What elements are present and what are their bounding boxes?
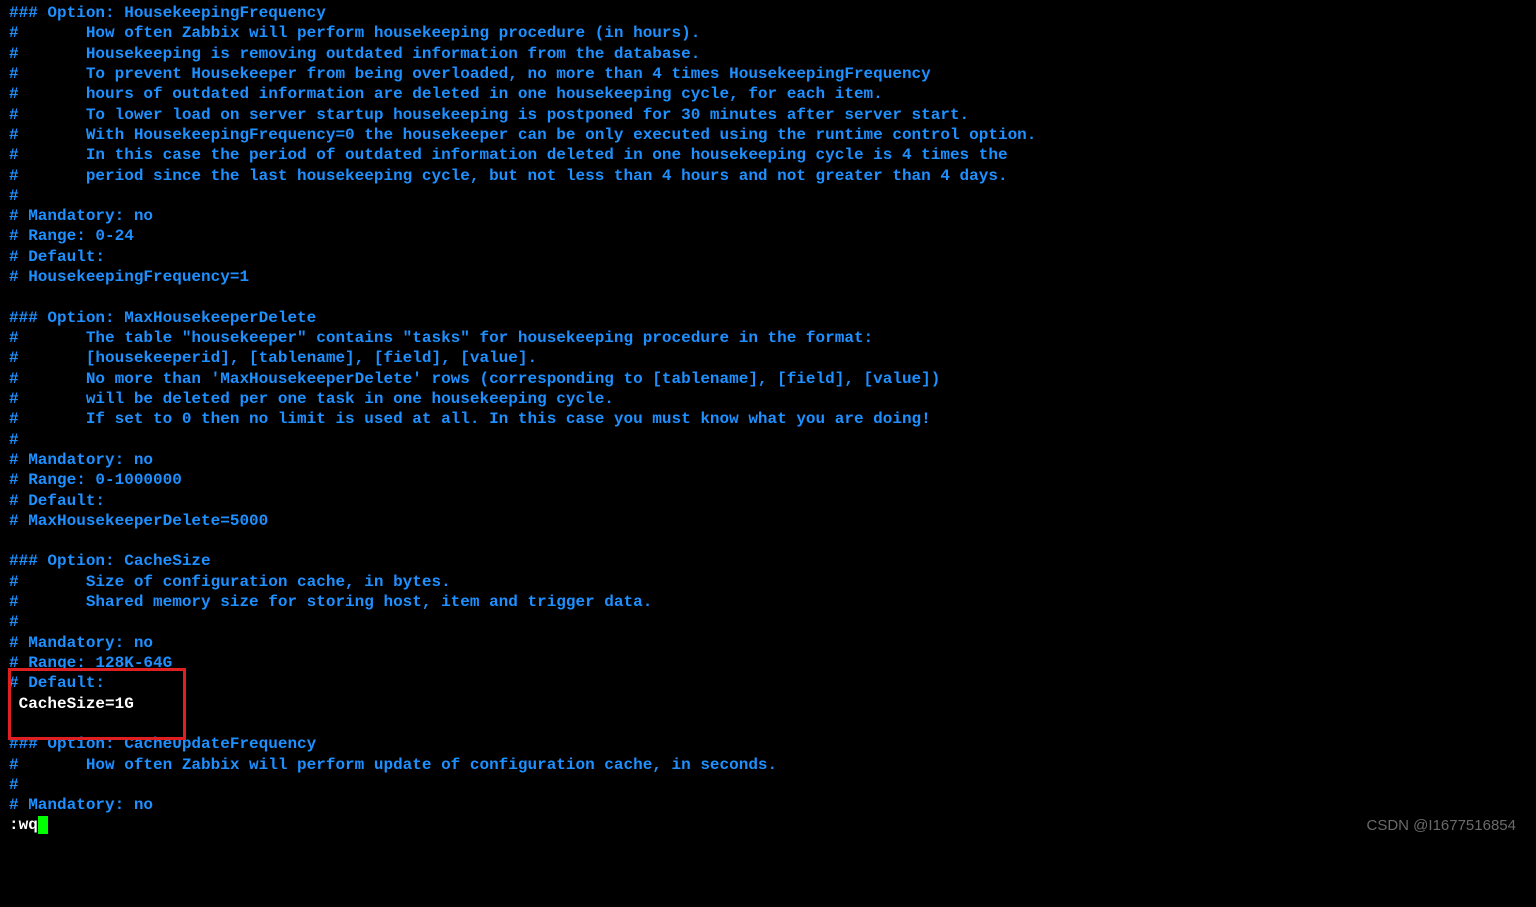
config-line	[9, 531, 1527, 551]
config-line: # MaxHousekeeperDelete=5000	[9, 511, 1527, 531]
config-line: # Default:	[9, 673, 1527, 693]
config-line: # Mandatory: no	[9, 633, 1527, 653]
config-line	[9, 287, 1527, 307]
config-line: ### Option: MaxHousekeeperDelete	[9, 308, 1527, 328]
config-line: # Default:	[9, 247, 1527, 267]
config-line: # will be deleted per one task in one ho…	[9, 389, 1527, 409]
config-line: # Mandatory: no	[9, 450, 1527, 470]
config-line: # Mandatory: no	[9, 795, 1527, 815]
terminal-cursor	[38, 816, 48, 834]
config-line: # Range: 0-1000000	[9, 470, 1527, 490]
config-line: #	[9, 775, 1527, 795]
vim-command-text: :wq	[9, 815, 38, 835]
config-line: # period since the last housekeeping cyc…	[9, 166, 1527, 186]
config-line: # Mandatory: no	[9, 206, 1527, 226]
config-line: #	[9, 612, 1527, 632]
config-line: # Range: 0-24	[9, 226, 1527, 246]
config-line: # How often Zabbix will perform update o…	[9, 755, 1527, 775]
config-line: # To lower load on server startup housek…	[9, 105, 1527, 125]
csdn-watermark: CSDN @I1677516854	[1367, 816, 1517, 835]
config-line: #	[9, 186, 1527, 206]
config-line: # If set to 0 then no limit is used at a…	[9, 409, 1527, 429]
config-line: #	[9, 430, 1527, 450]
config-line: CacheSize=1G	[9, 694, 1527, 714]
config-line: # To prevent Housekeeper from being over…	[9, 64, 1527, 84]
config-line: # No more than 'MaxHousekeeperDelete' ro…	[9, 369, 1527, 389]
config-line: # With HousekeepingFrequency=0 the house…	[9, 125, 1527, 145]
vim-command-line[interactable]: :wq	[9, 815, 48, 835]
config-line: # Housekeeping is removing outdated info…	[9, 44, 1527, 64]
config-line: # hours of outdated information are dele…	[9, 84, 1527, 104]
config-line: ### Option: CacheUpdateFrequency	[9, 734, 1527, 754]
config-line: # Default:	[9, 491, 1527, 511]
config-line: # Range: 128K-64G	[9, 653, 1527, 673]
terminal-editor-content[interactable]: ### Option: HousekeepingFrequency# How o…	[9, 3, 1527, 816]
config-line: ### Option: CacheSize	[9, 551, 1527, 571]
config-line: # [housekeeperid], [tablename], [field],…	[9, 348, 1527, 368]
config-line: # The table "housekeeper" contains "task…	[9, 328, 1527, 348]
config-line: ### Option: HousekeepingFrequency	[9, 3, 1527, 23]
config-line	[9, 714, 1527, 734]
config-line: # In this case the period of outdated in…	[9, 145, 1527, 165]
config-line: # HousekeepingFrequency=1	[9, 267, 1527, 287]
config-line: # Shared memory size for storing host, i…	[9, 592, 1527, 612]
config-line: # Size of configuration cache, in bytes.	[9, 572, 1527, 592]
config-line: # How often Zabbix will perform housekee…	[9, 23, 1527, 43]
